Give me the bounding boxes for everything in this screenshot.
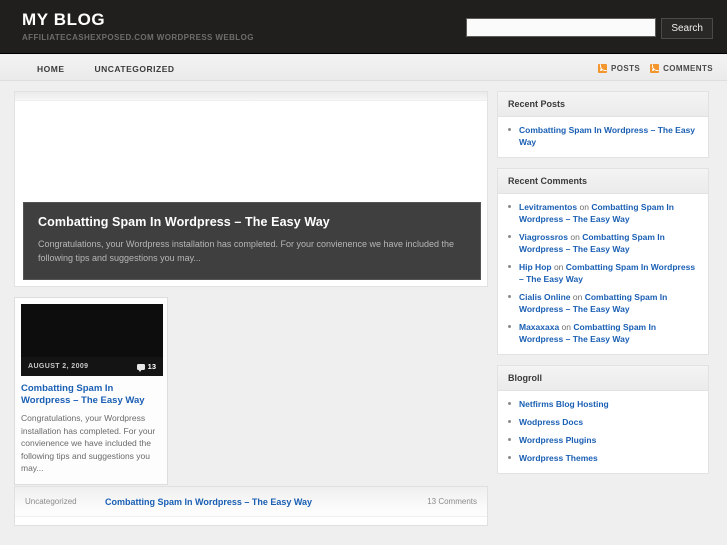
widget-title-blogroll: Blogroll: [498, 366, 708, 391]
search-form: Search: [466, 18, 713, 39]
sidebar: Recent Posts Combatting Spam In Wordpres…: [497, 91, 709, 484]
connector-on: on: [573, 292, 582, 302]
featured-excerpt: Congratulations, your Wordpress installa…: [38, 237, 466, 265]
nav-item-uncategorized[interactable]: UNCATEGORIZED: [80, 55, 190, 81]
post-grid: AUGUST 2, 2009 13 Combatting Spam In Wor…: [14, 297, 488, 485]
list-item: Wordpress Plugins: [508, 434, 698, 446]
list-item: Combatting Spam In Wordpress – The Easy …: [508, 124, 698, 148]
feed-label-comments: COMMENTS: [663, 64, 713, 73]
site-description: AFFILIATECASHEXPOSED.COM WORDPRESS WEBLO…: [22, 33, 254, 42]
site-title: MY BLOG: [22, 10, 105, 30]
feed-link-posts[interactable]: POSTS: [598, 64, 640, 73]
featured-title[interactable]: Combatting Spam In Wordpress – The Easy …: [38, 215, 466, 229]
widget-recent-comments: Recent Comments Levitramentos on Combatt…: [497, 168, 709, 355]
widget-body-recent-comments: Levitramentos on Combatting Spam In Word…: [498, 194, 708, 354]
list-item: Hip Hop on Combatting Spam In Wordpress …: [508, 261, 698, 285]
list-item: Maxaxaxa on Combatting Spam In Wordpress…: [508, 321, 698, 345]
comment-author-link[interactable]: Viagrossros: [519, 232, 568, 242]
post-row-title[interactable]: Combatting Spam In Wordpress – The Easy …: [105, 497, 427, 507]
blogroll-link[interactable]: Wodpress Docs: [519, 417, 583, 427]
nav-item-home[interactable]: HOME: [22, 55, 80, 81]
blogroll-link[interactable]: Wordpress Themes: [519, 453, 598, 463]
list-item: Wodpress Docs: [508, 416, 698, 428]
post-comment-count[interactable]: 13: [137, 362, 156, 371]
main-navigation-bar: HOME UNCATEGORIZED POSTS COMMENTS: [0, 55, 727, 81]
post-thumbnail-meta: AUGUST 2, 2009 13: [21, 357, 163, 376]
widget-body-recent-posts: Combatting Spam In Wordpress – The Easy …: [498, 117, 708, 157]
recent-post-link[interactable]: Combatting Spam In Wordpress – The Easy …: [519, 125, 695, 147]
connector-on: on: [570, 232, 579, 242]
widget-body-blogroll: Netfirms Blog Hosting Wodpress Docs Word…: [498, 391, 708, 473]
comment-author-link[interactable]: Levitramentos: [519, 202, 577, 212]
nav-menu: HOME UNCATEGORIZED: [22, 55, 190, 81]
post-card-title[interactable]: Combatting Spam In Wordpress – The Easy …: [21, 383, 161, 407]
connector-on: on: [579, 202, 588, 212]
post-card: AUGUST 2, 2009 13 Combatting Spam In Wor…: [14, 297, 168, 485]
featured-caption: Combatting Spam In Wordpress – The Easy …: [23, 202, 481, 280]
slider-top-bar: [15, 92, 488, 101]
list-item: Levitramentos on Combatting Spam In Word…: [508, 201, 698, 225]
comment-count-value: 13: [148, 362, 156, 371]
blogroll-link[interactable]: Wordpress Plugins: [519, 435, 596, 445]
blogroll-link[interactable]: Netfirms Blog Hosting: [519, 399, 609, 409]
post-card-excerpt: Congratulations, your Wordpress installa…: [21, 412, 161, 475]
post-thumbnail[interactable]: AUGUST 2, 2009 13: [21, 304, 163, 376]
post-date: AUGUST 2, 2009: [28, 363, 88, 370]
comment-author-link[interactable]: Cialis Online: [519, 292, 571, 302]
nav-link-uncategorized[interactable]: UNCATEGORIZED: [95, 64, 175, 74]
rss-icon: [598, 64, 607, 73]
feed-link-comments[interactable]: COMMENTS: [650, 64, 713, 73]
widget-recent-posts: Recent Posts Combatting Spam In Wordpres…: [497, 91, 709, 158]
recent-comments-list: Levitramentos on Combatting Spam In Word…: [508, 201, 698, 345]
post-list: Uncategorized Combatting Spam In Wordpre…: [14, 486, 488, 526]
main-column: Combatting Spam In Wordpress – The Easy …: [14, 91, 488, 485]
widget-title-recent-posts: Recent Posts: [498, 92, 708, 117]
feed-links: POSTS COMMENTS: [598, 55, 713, 81]
comment-author-link[interactable]: Maxaxaxa: [519, 322, 559, 332]
blogroll-list: Netfirms Blog Hosting Wodpress Docs Word…: [508, 398, 698, 464]
site-header: MY BLOG AFFILIATECASHEXPOSED.COM WORDPRE…: [0, 0, 727, 54]
search-button[interactable]: Search: [661, 18, 713, 39]
list-item: Wordpress Themes: [508, 452, 698, 464]
comment-bubble-icon: [137, 364, 145, 370]
post-row-comments: 13 Comments: [427, 497, 477, 506]
list-item: Netfirms Blog Hosting: [508, 398, 698, 410]
widget-blogroll: Blogroll Netfirms Blog Hosting Wodpress …: [497, 365, 709, 474]
featured-slider[interactable]: Combatting Spam In Wordpress – The Easy …: [14, 91, 488, 287]
comment-author-link[interactable]: Hip Hop: [519, 262, 552, 272]
list-item: Cialis Online on Combatting Spam In Word…: [508, 291, 698, 315]
recent-posts-list: Combatting Spam In Wordpress – The Easy …: [508, 124, 698, 148]
post-list-spacer: [15, 517, 487, 525]
feed-label-posts: POSTS: [611, 64, 640, 73]
connector-on: on: [554, 262, 563, 272]
content-wrapper: Combatting Spam In Wordpress – The Easy …: [0, 82, 727, 545]
list-item: Viagrossros on Combatting Spam In Wordpr…: [508, 231, 698, 255]
search-input[interactable]: [466, 18, 656, 37]
post-row-category: Uncategorized: [25, 497, 105, 506]
rss-icon: [650, 64, 659, 73]
table-row[interactable]: Uncategorized Combatting Spam In Wordpre…: [15, 487, 487, 517]
connector-on: on: [562, 322, 571, 332]
widget-title-recent-comments: Recent Comments: [498, 169, 708, 194]
nav-link-home[interactable]: HOME: [37, 64, 65, 74]
